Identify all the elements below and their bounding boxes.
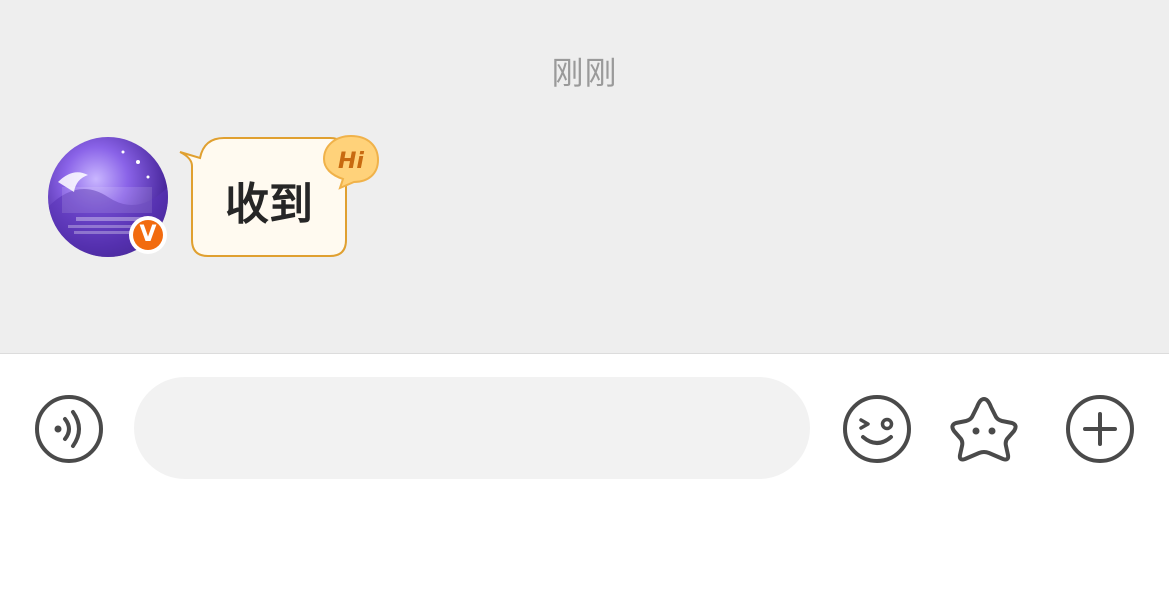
message-timestamp: 刚刚 (551, 54, 618, 92)
emoji-icon[interactable] (841, 393, 913, 465)
plus-icon[interactable] (1064, 393, 1136, 465)
chat-area: 刚刚 V 收到 Hi (0, 0, 1169, 354)
star-sticker-icon[interactable] (948, 393, 1020, 465)
hi-badge-icon: Hi (322, 134, 380, 190)
voice-icon[interactable] (33, 393, 105, 465)
verified-badge: V (129, 216, 167, 254)
message-input[interactable] (134, 377, 810, 479)
hi-badge-text: Hi (338, 149, 364, 174)
verified-v-icon: V (133, 220, 163, 250)
